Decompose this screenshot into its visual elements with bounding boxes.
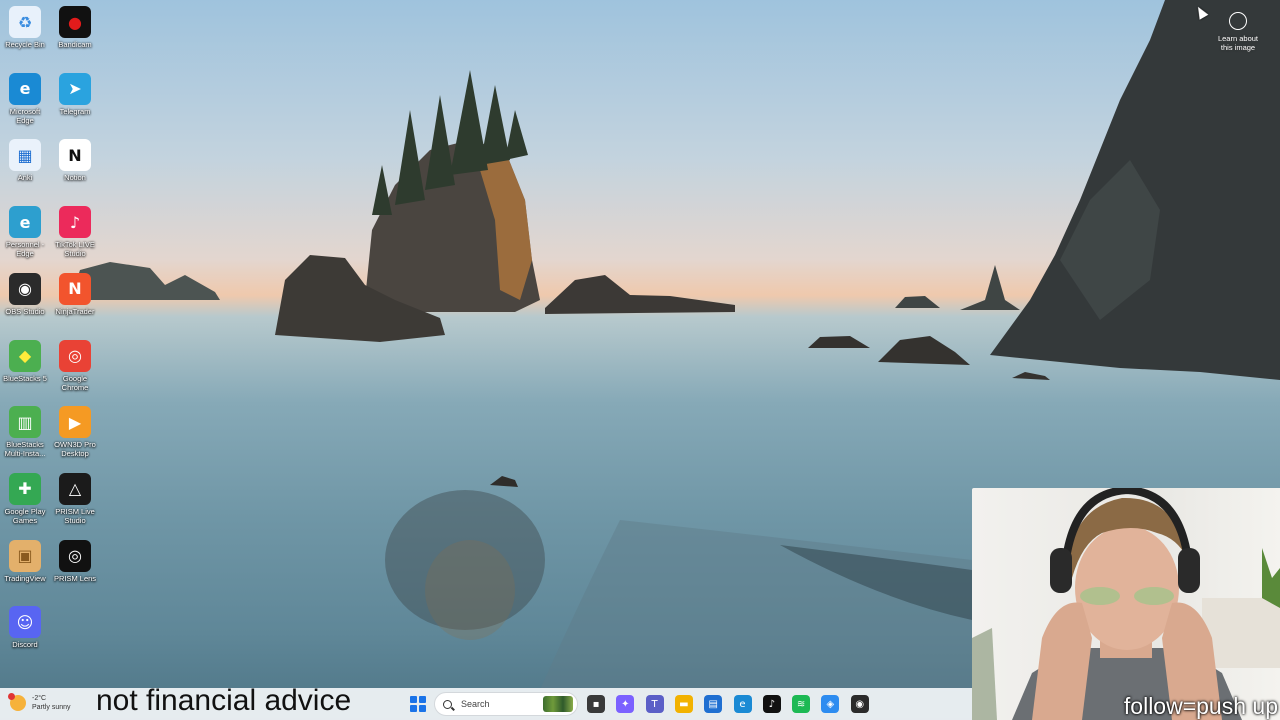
desktop-icon-label: PRISM Lens [53,573,97,583]
taskbar-app-teams[interactable]: T [645,695,664,713]
desktop-icon-prism-lens[interactable]: ◎ PRISM Lens [50,536,100,583]
learn-about-line1: Learn about [1217,34,1259,43]
weather-condition: Partly sunny [32,704,71,711]
desktop-icon-label: PRISM Live Studio [55,506,95,525]
desktop-icon-label: Google Play Games [4,506,46,525]
app-icon: ▥ [9,406,41,439]
desktop-icon-google-play-games[interactable]: ✚ Google Play Games [0,469,50,525]
app-icon: ➤ [59,72,91,105]
desktop-icon-personnel-edge[interactable]: e Personnel - Edge [0,202,50,258]
taskbar-app-obs[interactable]: ◉ [850,695,869,713]
app-icon: e [9,206,41,239]
desktop-icon-label: TikTok LIVE Studio [55,240,95,259]
desktop-icon-label: Personnel - Edge [5,240,45,259]
desktop-icon-ninjatrader[interactable]: N NinjaTrader [50,269,100,316]
app-icon: ▦ [9,139,41,172]
taskbar-app-file-explorer[interactable]: ▬ [674,695,693,713]
webcam-person [972,488,1280,720]
desktop-icon-bandicam[interactable]: ● Bandicam [50,2,100,49]
taskbar-app-copilot[interactable]: ✦ [616,695,635,713]
desktop-icon-anki[interactable]: ▦ Anki [0,135,50,182]
start-button[interactable] [410,696,426,712]
desktop-icon-label: Telegram [59,106,91,116]
desktop-icon-prism-live-studio[interactable]: △ PRISM Live Studio [50,469,100,525]
desktop-icon-microsoft-edge[interactable]: e Microsoft Edge [0,69,50,125]
desktop-icon-google-chrome[interactable]: ◎ Google Chrome [50,336,100,392]
app-icon: ▶ [59,406,91,439]
taskbar-app-tiktok[interactable]: ♪ [762,695,781,713]
desktop-icon-label: Bandicam [58,40,92,49]
desktop-icon-label: Microsoft Edge [9,106,41,125]
taskbar-app-edge[interactable]: e [733,695,752,713]
desktop-icon-obs-studio[interactable]: ◉ OBS Studio [0,269,50,316]
webcam-overlay-text: follow=push up [1123,693,1278,719]
app-icon: e [9,72,41,105]
app-icon: ✚ [9,472,41,505]
desktop-icon-label: Anki [17,173,33,183]
desktop-icon-label: NinjaTrader [55,306,95,316]
desktop-icon-label: BlueStacks Multi-Insta... [4,440,46,459]
taskbar-app-store[interactable]: ▤ [704,695,723,713]
desktop-icon-tiktok-live-studio[interactable]: ♪ TikTok LIVE Studio [50,202,100,258]
app-icon: ◉ [9,272,41,305]
desktop-icon-recycle-bin[interactable]: ♻ Recycle Bin [0,2,50,49]
desktop-icon-label: TradingView [4,573,46,583]
webcam-overlay: follow=push up [972,488,1280,720]
desktop-icon-own3d-pro-desktop[interactable]: ▶ OWN3D Pro Desktop [50,402,100,458]
weather-widget[interactable]: -2°C Partly sunny [8,693,71,712]
desktop-icon-notion[interactable]: N Notion [50,135,100,182]
search-placeholder: Search [461,699,490,709]
weather-temp: -2°C [32,695,47,702]
desktop-icon-bluestacks-5[interactable]: ◆ BlueStacks 5 [0,336,50,383]
taskbar-app-app-blue[interactable]: ◈ [821,695,840,713]
desktop-icon-discord[interactable]: ☺ Discord [0,602,50,649]
app-icon: △ [59,472,91,505]
caption-text: not financial advice [96,684,352,717]
learn-about-image-button[interactable]: Learn about this image [1210,10,1266,52]
windows-logo-icon [410,696,417,703]
desktop-icon-label: BlueStacks 5 [3,373,47,383]
app-icon: N [59,139,91,172]
app-icon: ◎ [59,339,91,372]
app-icon: N [59,272,91,305]
app-icon: ♻ [9,6,41,38]
desktop-icon-label: Discord [12,640,38,650]
app-icon: ◆ [9,339,41,372]
desktop-icon-label: Google Chrome [61,373,89,392]
app-icon: ▣ [9,539,41,572]
desktop-icon-label: OWN3D Pro Desktop [54,440,96,459]
desktop-icon-bluestacks-multi-insta[interactable]: ▥ BlueStacks Multi-Insta... [0,402,50,458]
learn-about-line2: this image [1220,43,1256,52]
taskbar-app-spotify[interactable]: ≋ [792,695,811,713]
desktop-icon-label: OBS Studio [5,306,45,316]
app-icon: ☺ [9,606,41,639]
app-icon: ♪ [59,206,91,239]
desktop-icon-tradingview[interactable]: ▣ TradingView [0,536,50,583]
app-icon: ◎ [59,539,91,572]
search-icon [443,699,452,709]
weather-icon [8,693,26,711]
desktop-icon-telegram[interactable]: ➤ Telegram [50,69,100,116]
app-icon: ● [59,6,91,38]
desktop-icon-label: Notion [64,173,86,183]
desktop-icon-label: Recycle Bin [5,40,45,49]
taskbar-app-task-view[interactable]: ▪ [587,695,605,713]
search-highlight-image [543,696,573,712]
taskbar-search[interactable]: Search [434,692,578,716]
camera-icon [1229,12,1247,30]
